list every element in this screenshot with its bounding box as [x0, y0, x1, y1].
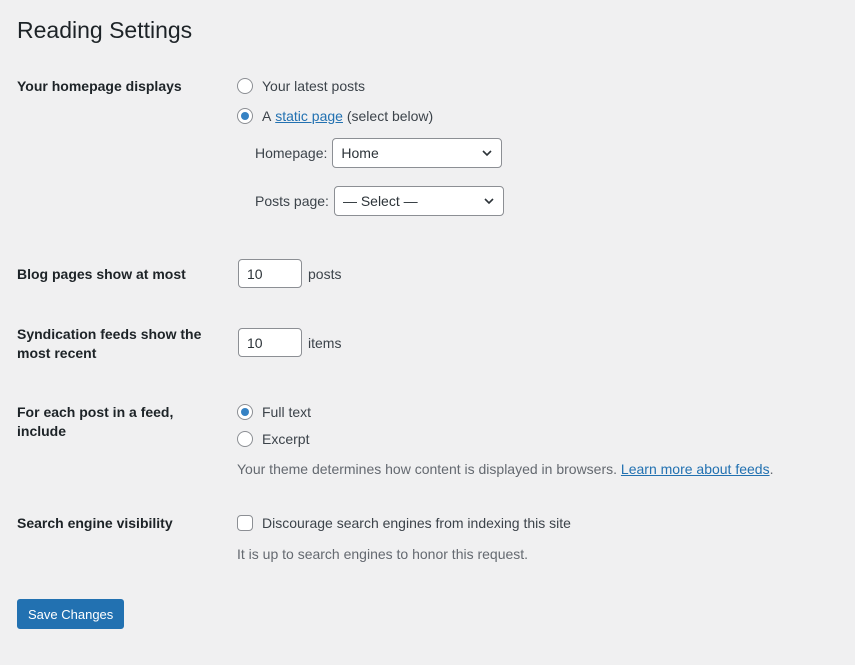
chevron-down-icon: [484, 198, 494, 205]
search-visibility-description: It is up to search engines to honor this…: [237, 546, 529, 562]
radio-full-text[interactable]: Full text: [237, 404, 311, 420]
chevron-down-icon: [482, 150, 492, 157]
discourage-search-checkbox[interactable]: [237, 515, 253, 531]
static-page-link[interactable]: static page: [275, 108, 343, 124]
save-changes-button[interactable]: Save Changes: [17, 599, 125, 629]
search-visibility-label: Search engine visibility: [17, 515, 173, 531]
radio-latest-posts[interactable]: Your latest posts: [237, 78, 365, 94]
homepage-select-value: Home: [341, 145, 379, 161]
posts-page-select-label: Posts page:: [255, 193, 329, 209]
feed-include-label: For each post in a feed, include: [17, 404, 174, 439]
radio-static-page[interactable]: A static page (select below): [237, 108, 433, 124]
radio-static-page-input[interactable]: [237, 108, 253, 124]
radio-static-page-prefix: A: [262, 108, 272, 124]
discourage-search-checkbox-row[interactable]: Discourage search engines from indexing …: [237, 515, 571, 531]
radio-static-page-suffix: (select below): [346, 108, 434, 124]
feed-description-text: Your theme determines how content is dis…: [237, 461, 618, 477]
radio-full-text-label: Full text: [262, 404, 312, 420]
blog-pages-unit: posts: [308, 265, 342, 282]
homepage-select-row: Homepage: Home: [255, 138, 503, 168]
radio-full-text-input[interactable]: [237, 404, 253, 420]
syndication-unit: items: [308, 334, 342, 351]
radio-excerpt-label: Excerpt: [262, 431, 310, 447]
syndication-row: items: [238, 328, 341, 357]
blog-pages-row: posts: [238, 259, 341, 288]
posts-page-select[interactable]: — Select —: [333, 186, 504, 216]
posts-page-select-row: Posts page: — Select —: [255, 186, 504, 216]
feed-description-period: .: [769, 461, 774, 477]
learn-more-feeds-link[interactable]: Learn more about feeds: [621, 461, 770, 477]
homepage-select-label: Homepage:: [255, 145, 328, 161]
page-title: Reading Settings: [17, 17, 193, 43]
radio-latest-posts-label: Your latest posts: [262, 78, 365, 94]
homepage-displays-label: Your homepage displays: [17, 78, 182, 94]
syndication-input[interactable]: [238, 328, 302, 357]
posts-page-select-value: — Select —: [342, 193, 418, 209]
radio-excerpt-input[interactable]: [237, 431, 253, 447]
discourage-search-label: Discourage search engines from indexing …: [262, 515, 571, 531]
radio-excerpt[interactable]: Excerpt: [237, 431, 309, 447]
blog-pages-input[interactable]: [238, 259, 302, 288]
homepage-select[interactable]: Home: [332, 138, 503, 168]
radio-latest-posts-input[interactable]: [237, 78, 253, 94]
feed-description: Your theme determines how content is dis…: [237, 461, 773, 477]
blog-pages-label: Blog pages show at most: [17, 266, 186, 282]
syndication-label: Syndication feeds show the most recent: [17, 326, 202, 361]
